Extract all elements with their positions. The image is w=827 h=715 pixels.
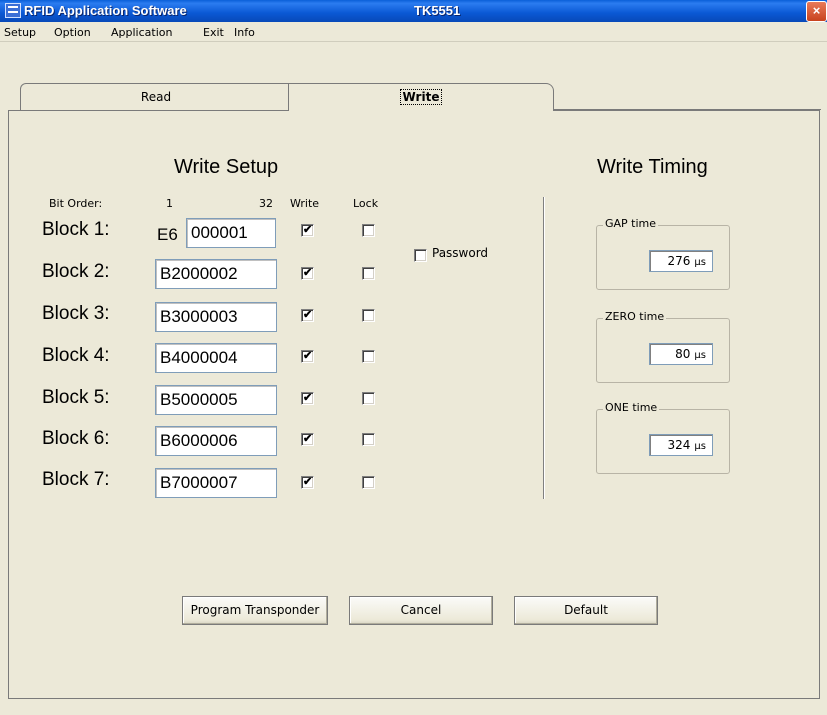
zero-time-input[interactable]: 80 µs (649, 343, 713, 365)
write-setup-title: Write Setup (174, 156, 279, 178)
bit-end-label: 32 (259, 197, 273, 210)
block-7-write-checkbox[interactable] (301, 476, 314, 489)
gap-time-value: 276 (667, 254, 691, 268)
block-1-lock-checkbox[interactable] (362, 224, 375, 237)
block-4-write-checkbox[interactable] (301, 350, 314, 363)
write-column-header: Write (290, 197, 320, 210)
zero-time-unit: µs (694, 350, 706, 361)
write-panel-content: Write Setup Write Timing Bit Order: 1 32… (0, 0, 827, 715)
block-6-write-checkbox[interactable] (301, 433, 314, 446)
block-7-input[interactable]: B7000007 (155, 468, 277, 498)
lock-column-header: Lock (353, 197, 379, 210)
block-3-input[interactable]: B3000003 (155, 302, 277, 332)
block-2-lock-checkbox[interactable] (362, 267, 375, 280)
password-label: Password (432, 246, 489, 260)
zero-time-value: 80 (675, 347, 691, 361)
block-1-label: Block 1: (42, 219, 110, 240)
bit-order-label: Bit Order: (49, 197, 103, 210)
write-timing-title: Write Timing (597, 156, 708, 178)
gap-time-unit: µs (694, 257, 706, 268)
block-4-input[interactable]: B4000004 (155, 343, 277, 373)
default-button[interactable]: Default (514, 596, 658, 625)
gap-time-label: GAP time (603, 217, 659, 230)
cancel-button[interactable]: Cancel (349, 596, 493, 625)
block-6-label: Block 6: (42, 428, 110, 449)
program-transponder-button[interactable]: Program Transponder (182, 596, 328, 625)
one-time-group: ONE time 324 µs (596, 401, 730, 474)
block-7-label: Block 7: (42, 469, 110, 490)
block-5-input[interactable]: B5000005 (155, 385, 277, 415)
one-time-input[interactable]: 324 µs (649, 434, 713, 456)
one-time-label: ONE time (603, 401, 660, 414)
section-divider (543, 197, 545, 499)
block-2-input[interactable]: B2000002 (155, 259, 277, 289)
block-1-input[interactable]: 000001 (186, 218, 276, 248)
one-time-value: 324 (667, 438, 691, 452)
gap-time-input[interactable]: 276 µs (649, 250, 713, 272)
bit-start-label: 1 (166, 197, 173, 210)
block-5-write-checkbox[interactable] (301, 392, 314, 405)
block-4-label: Block 4: (42, 345, 110, 366)
gap-time-group: GAP time 276 µs (596, 217, 730, 290)
block-3-label: Block 3: (42, 303, 110, 324)
zero-time-label: ZERO time (603, 310, 667, 323)
one-time-unit: µs (694, 441, 706, 452)
block-5-label: Block 5: (42, 387, 110, 408)
block-2-write-checkbox[interactable] (301, 267, 314, 280)
block-6-input[interactable]: B6000006 (155, 426, 277, 456)
block-6-lock-checkbox[interactable] (362, 433, 375, 446)
password-checkbox[interactable] (414, 249, 427, 262)
block-1-write-checkbox[interactable] (301, 224, 314, 237)
block-2-label: Block 2: (42, 261, 110, 282)
block-7-lock-checkbox[interactable] (362, 476, 375, 489)
zero-time-group: ZERO time 80 µs (596, 310, 730, 383)
block-3-write-checkbox[interactable] (301, 309, 314, 322)
block-4-lock-checkbox[interactable] (362, 350, 375, 363)
block-1-prefix: E6 (157, 225, 178, 244)
block-5-lock-checkbox[interactable] (362, 392, 375, 405)
block-3-lock-checkbox[interactable] (362, 309, 375, 322)
